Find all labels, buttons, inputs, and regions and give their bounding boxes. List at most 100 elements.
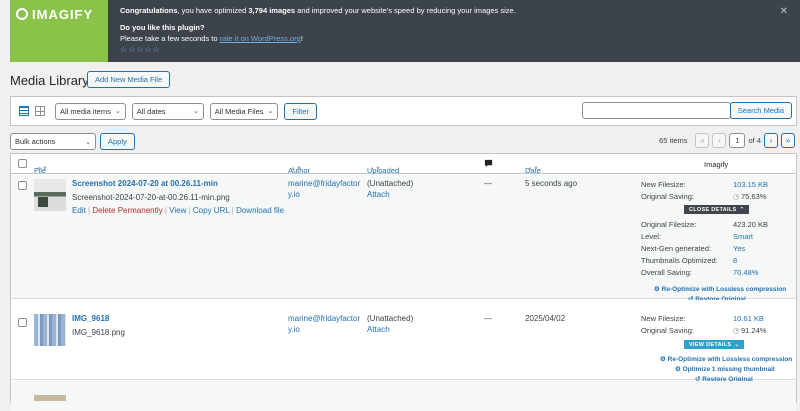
table-row: Screenshot 2024-07-20 at 00.26.11-min Sc…	[11, 175, 796, 303]
uploaded-to-value: (Unattached)	[367, 179, 414, 188]
filter-bar: All media items ⌄ All dates ⌄ All Media Fi…	[10, 96, 797, 126]
date-value: 2025/04/02	[525, 314, 566, 323]
sort-icon: ▲▼	[369, 166, 381, 172]
items-count: 65 items	[659, 136, 688, 145]
media-files-select[interactable]: All Media Files ⌄	[209, 102, 279, 120]
thumbnails-label: Thumbnails Optimized:	[641, 256, 718, 265]
original-saving-label: Original Saving:	[641, 326, 694, 335]
imagify-logo: IMAGIFY	[10, 0, 108, 62]
nextgen-value: Yes	[733, 244, 746, 253]
uploaded-to-value: (Unattached)	[367, 314, 414, 323]
grid-view-icon[interactable]	[35, 106, 45, 116]
author-link-cont[interactable]: y.io	[288, 190, 300, 199]
new-filesize-label: New Filesize:	[641, 180, 686, 189]
media-thumbnail[interactable]	[34, 314, 66, 346]
comments-count: —	[484, 179, 492, 188]
add-new-media-button[interactable]: Add New Media File	[87, 71, 171, 88]
chevron-down-icon: ⌄	[192, 108, 199, 115]
level-value: Smart	[733, 232, 754, 241]
attach-link[interactable]: Attach	[367, 325, 390, 334]
row-checkbox[interactable]	[18, 181, 27, 190]
imagify-notice: IMAGIFY Congratulations, you have optimi…	[10, 0, 800, 62]
notice-congrats: Congratulations, you have optimized 3,79…	[120, 6, 516, 15]
search-input[interactable]	[582, 102, 731, 119]
notice-ask: Please take a few seconds to rate it on …	[120, 34, 303, 43]
prev-page-button: ‹	[712, 133, 727, 148]
chevron-up-icon: ⌃	[739, 206, 745, 213]
edit-link[interactable]: Edit	[72, 206, 86, 215]
imagify-logo-text: IMAGIFY	[32, 7, 94, 22]
download-file-link[interactable]: Download file	[236, 206, 284, 215]
saving-pie-icon	[733, 194, 739, 201]
thumbnails-value: 8	[733, 256, 738, 265]
chevron-down-icon: ⌄	[114, 108, 121, 115]
first-page-button: «	[695, 133, 710, 148]
media-table: File▲▼ Author▲▼ Uploaded to▲▼ Date▲▼ Ima…	[10, 153, 797, 411]
apply-button[interactable]: Apply	[100, 133, 135, 150]
imagify-logo-icon	[16, 8, 28, 20]
new-filesize-label: New Filesize:	[641, 314, 686, 323]
overall-saving-label: Overall Saving:	[641, 268, 692, 277]
reoptimize-link[interactable]: ⚙ Re-Optimize with Lossless compression	[654, 285, 786, 293]
bulk-actions-select[interactable]: Bulk actions ⌄	[10, 133, 96, 150]
new-filesize-value: 10.61 KB	[733, 314, 764, 323]
total-pages: of 4	[748, 136, 761, 145]
original-filesize-label: Original Filesize:	[641, 220, 697, 229]
author-link-cont[interactable]: y.io	[288, 325, 300, 334]
original-saving-value: 75.63%	[733, 192, 766, 201]
view-link[interactable]: View	[169, 206, 186, 215]
media-items-select[interactable]: All media items ⌄	[55, 102, 126, 120]
date-value: 5 seconds ago	[525, 179, 578, 188]
row-actions: Edit | Delete Permanently | View | Copy …	[72, 206, 285, 215]
copy-url-link[interactable]: Copy URL	[193, 206, 230, 215]
row-checkbox[interactable]	[18, 318, 27, 327]
sort-icon: ▲▼	[36, 166, 48, 172]
media-title-link[interactable]: Screenshot 2024-07-20 at 00.26.11-min	[72, 179, 218, 188]
settings-icon: ⚙	[675, 366, 683, 373]
table-row: IMG_9618 IMG_9618.png marine@fridayfacto…	[11, 300, 796, 383]
saving-pie-icon	[733, 328, 739, 335]
column-imagify: Imagify	[704, 160, 729, 169]
settings-icon: ⚙	[660, 356, 668, 363]
view-details-button[interactable]: VIEW DETAILS ⌄	[684, 340, 745, 349]
reoptimize-link[interactable]: ⚙ Re-Optimize with Lossless compression	[660, 355, 792, 363]
filter-button[interactable]: Filter	[284, 102, 318, 120]
last-page-button[interactable]: »	[781, 133, 795, 148]
search-media-button[interactable]: Search Media	[729, 102, 792, 119]
sort-icon: ▲▼	[527, 166, 539, 172]
page-title: Media Library	[10, 73, 89, 88]
comments-count: —	[484, 314, 492, 323]
close-details-button[interactable]: CLOSE DETAILS ⌃	[684, 205, 750, 214]
pagination: 65 items « ‹ 1 of 4 › »	[659, 133, 795, 148]
next-page-button[interactable]: ›	[764, 133, 778, 148]
list-view-icon[interactable]	[19, 106, 29, 116]
author-link[interactable]: marine@fridayfactor	[288, 179, 360, 188]
author-link[interactable]: marine@fridayfactor	[288, 314, 360, 323]
nextgen-label: Next-Gen generated:	[641, 244, 712, 253]
original-filesize-value: 423.20 KB	[733, 220, 769, 229]
media-title-link[interactable]: IMG_9618	[72, 314, 109, 323]
attach-link[interactable]: Attach	[367, 190, 390, 199]
close-icon[interactable]: ✕	[780, 6, 788, 17]
delete-permanently-link[interactable]: Delete Permanently	[92, 206, 162, 215]
settings-icon: ⚙	[654, 286, 662, 293]
media-thumbnail[interactable]	[34, 179, 66, 211]
original-saving-value: 91.24%	[733, 326, 766, 335]
comment-bubble-icon[interactable]	[484, 159, 493, 170]
media-filename: Screenshot-2024-07-20-at-00.26.11-min.pn…	[72, 193, 230, 202]
notice-question: Do you like this plugin?	[120, 23, 205, 32]
rate-link[interactable]: rate it on WordPress.org	[220, 34, 301, 43]
level-label: Level:	[641, 232, 662, 241]
media-filename: IMG_9618.png	[72, 328, 125, 337]
current-page-input[interactable]: 1	[729, 133, 746, 148]
sort-icon: ▲▼	[290, 166, 302, 172]
table-row	[11, 381, 796, 411]
chevron-down-icon: ⌄	[734, 341, 740, 348]
chevron-down-icon: ⌄	[85, 138, 91, 146]
original-saving-label: Original Saving:	[641, 192, 694, 201]
dates-select[interactable]: All dates ⌄	[131, 102, 204, 120]
rating-stars[interactable]: ☆☆☆☆☆	[120, 44, 516, 55]
optimize-thumbnail-link[interactable]: ⚙ Optimize 1 missing thumbnail	[675, 365, 775, 373]
select-all-checkbox[interactable]	[18, 159, 27, 168]
new-filesize-value: 103.15 KB	[733, 180, 769, 189]
